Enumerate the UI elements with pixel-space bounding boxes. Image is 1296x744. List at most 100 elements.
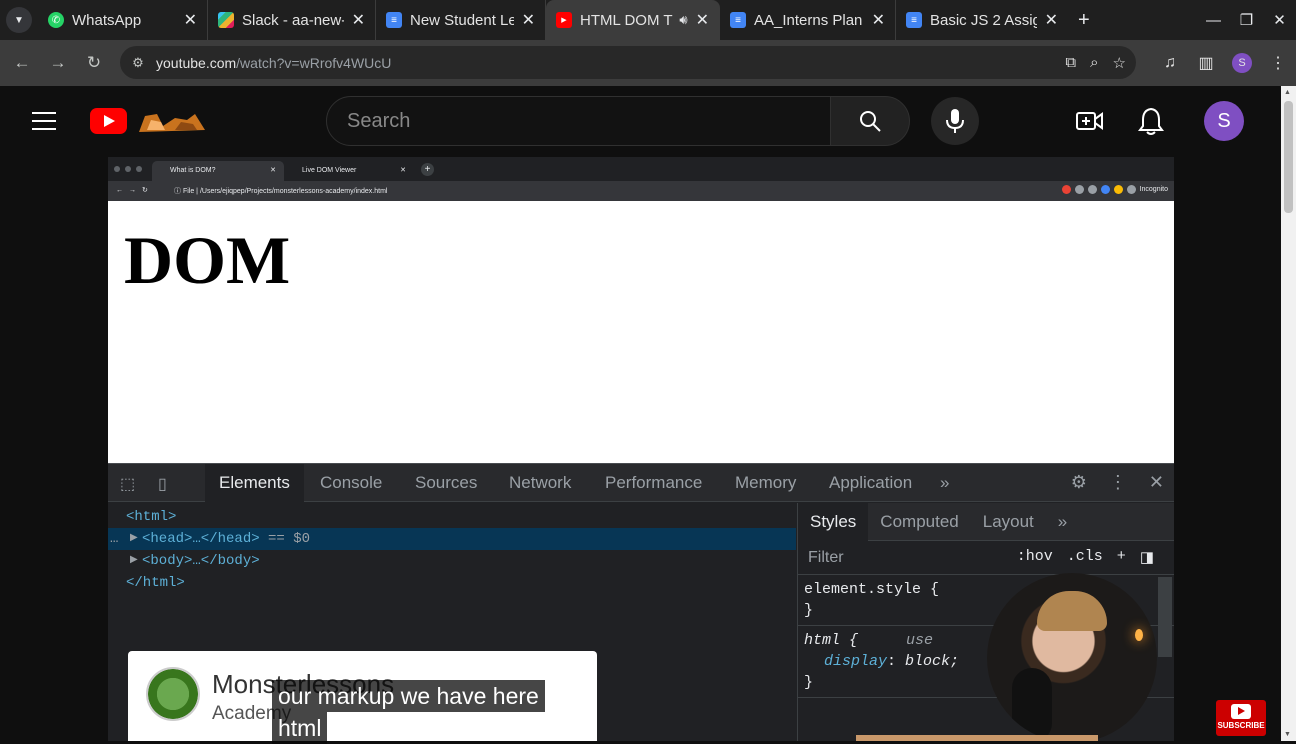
close-icon[interactable]: ✕ xyxy=(352,10,365,30)
tab-title: Slack - aa-new-ir xyxy=(242,11,344,29)
side-panel-icon[interactable]: ▥ xyxy=(1188,53,1224,73)
devtools-tab-network: Network xyxy=(509,473,572,492)
close-icon[interactable]: ✕ xyxy=(872,10,885,30)
presenter-webcam xyxy=(987,573,1157,741)
styles-tab-computed: Computed xyxy=(880,511,959,531)
close-icon[interactable]: ✕ xyxy=(696,10,709,30)
caption-line-2: html xyxy=(272,712,328,744)
browser-tab-docs-2[interactable]: ≡ AA_Interns Plan ✕ xyxy=(720,0,896,40)
browser-tab-youtube[interactable]: ▶ HTML DOM T 🔊︎ ✕ xyxy=(546,0,720,40)
browser-toolbar: ← → ↻ ⚙ youtube.com/watch?v=wRrofv4WUcU … xyxy=(0,40,1296,86)
browser-tab-strip: ▼ ✆ WhatsApp ✕ Slack - aa-new-ir ✕ ≡ New… xyxy=(0,0,1296,40)
device-toolbar-icon: ▯ xyxy=(158,476,167,493)
browser-tab-docs-3[interactable]: ≡ Basic JS 2 Assig ✕ xyxy=(896,0,1068,40)
play-icon xyxy=(1231,704,1251,719)
whatsapp-icon: ✆ xyxy=(48,12,64,28)
video-page-content: DOM xyxy=(108,201,1174,463)
video-player[interactable]: What is DOM? ✕ Live DOM Viewer ✕ + ←→↻ ⓘ F… xyxy=(108,157,1174,741)
closed-captions: our markup we have here html xyxy=(272,680,545,744)
video-new-tab-icon: + xyxy=(421,163,434,176)
browser-tab-docs[interactable]: ≡ New Student Le ✕ xyxy=(376,0,546,40)
scrollbar-thumb[interactable] xyxy=(1284,101,1293,213)
devtools-tab-performance: Performance xyxy=(605,473,703,492)
styles-tab-layout: Layout xyxy=(982,511,1034,531)
microphone-prop xyxy=(1012,668,1052,741)
minimize-icon[interactable]: — xyxy=(1197,12,1230,29)
docs-icon: ≡ xyxy=(906,12,922,28)
video-browser-tabstrip: What is DOM? ✕ Live DOM Viewer ✕ + xyxy=(108,157,1174,181)
styles-more-tabs: » xyxy=(1057,511,1068,531)
install-app-icon[interactable]: ⧉ xyxy=(1065,54,1076,71)
docs-icon: ≡ xyxy=(386,12,402,28)
site-info-icon[interactable]: ⚙ xyxy=(120,55,156,71)
devtools-kebab-icon: ⋮ xyxy=(1108,472,1127,492)
tab-search-icon[interactable]: ▼ xyxy=(6,7,32,33)
page-heading: DOM xyxy=(124,222,291,298)
caption-line-1: our markup we have here xyxy=(272,680,545,712)
page-scrollbar[interactable]: ▲ ▼ xyxy=(1281,86,1296,741)
tab-title: New Student Le xyxy=(410,11,514,29)
toggle-sidebar-icon: ◨ xyxy=(1139,550,1154,567)
search-input[interactable] xyxy=(327,97,830,145)
close-icon[interactable]: ✕ xyxy=(522,10,535,30)
subscribe-watermark[interactable]: SUBSCRIBE xyxy=(1216,700,1266,736)
youtube-logo[interactable] xyxy=(90,108,127,134)
devtools-tab-console: Console xyxy=(320,473,383,492)
search-box[interactable] xyxy=(326,96,831,146)
candle-prop xyxy=(1135,629,1143,641)
search-icon xyxy=(860,111,881,132)
styles-tab-styles: Styles xyxy=(798,502,869,541)
devtools-close-icon: ✕ xyxy=(1148,472,1164,492)
dom-node-html-close: </html> xyxy=(126,575,185,591)
new-tab-icon[interactable]: + xyxy=(1078,9,1090,32)
tab-title: HTML DOM T xyxy=(580,11,673,29)
window-controls: — ❐ ✕ xyxy=(1197,0,1296,40)
add-rule-icon: + xyxy=(1116,548,1126,565)
media-control-icon[interactable]: ♫ xyxy=(1152,54,1188,72)
devtools-tabs: ⬚ ▯ Elements Console Sources Network Per… xyxy=(108,464,1174,502)
desk-edge xyxy=(856,735,1098,741)
profile-avatar[interactable]: S xyxy=(1232,53,1252,73)
devtools-tab-application: Application xyxy=(829,473,913,492)
incognito-label: Incognito xyxy=(1139,186,1168,193)
close-icon[interactable]: ✕ xyxy=(184,10,197,30)
devtools-tab-sources: Sources xyxy=(415,473,478,492)
close-window-icon[interactable]: ✕ xyxy=(1263,11,1296,29)
video-tab-dom-viewer: Live DOM Viewer ✕ xyxy=(302,167,406,174)
styles-scrollbar xyxy=(1158,577,1172,657)
channel-logo xyxy=(146,667,200,721)
video-address: ⓘ File | /Users/ejiqpep/Projects/monster… xyxy=(174,188,388,195)
bookmark-star-icon[interactable]: ☆ xyxy=(1113,54,1126,72)
close-icon[interactable]: ✕ xyxy=(1045,10,1058,30)
forward-icon[interactable]: → xyxy=(40,53,76,73)
speaker-icon[interactable]: 🔊︎ xyxy=(679,12,687,28)
microphone-icon xyxy=(946,109,964,133)
devtools-tab-memory: Memory xyxy=(735,473,797,492)
doodle-logo[interactable] xyxy=(135,108,207,134)
docs-icon: ≡ xyxy=(730,12,746,28)
menu-icon[interactable] xyxy=(32,112,56,130)
slack-icon xyxy=(218,12,234,28)
browser-tab-whatsapp[interactable]: ✆ WhatsApp ✕ xyxy=(38,0,208,40)
youtube-icon: ▶ xyxy=(556,12,572,28)
account-avatar[interactable]: S xyxy=(1204,101,1244,141)
subscribe-label: SUBSCRIBE xyxy=(1217,721,1265,730)
address-bar[interactable]: ⚙ youtube.com/watch?v=wRrofv4WUcU ⧉ ⌕ ☆ xyxy=(120,46,1136,79)
styles-filter: Filter :hov .cls + ◨ xyxy=(798,541,1174,575)
reload-icon[interactable]: ↻ xyxy=(76,53,112,73)
search-button[interactable] xyxy=(830,96,910,146)
create-video-icon[interactable] xyxy=(1075,106,1105,136)
tab-title: WhatsApp xyxy=(72,11,142,29)
tab-title: Basic JS 2 Assig xyxy=(930,11,1037,29)
back-icon[interactable]: ← xyxy=(4,53,40,73)
notifications-bell-icon[interactable] xyxy=(1138,106,1164,136)
kebab-menu-icon[interactable]: ⋮ xyxy=(1260,53,1296,73)
browser-tab-slack[interactable]: Slack - aa-new-ir ✕ xyxy=(208,0,376,40)
zoom-icon[interactable]: ⌕ xyxy=(1090,54,1098,71)
maximize-icon[interactable]: ❐ xyxy=(1230,11,1263,29)
dom-node-body: ▶ <body>…</body> xyxy=(130,553,260,569)
inspect-element-icon: ⬚ xyxy=(120,476,136,493)
scroll-up-icon[interactable]: ▲ xyxy=(1284,89,1291,96)
scroll-down-icon[interactable]: ▼ xyxy=(1284,731,1291,738)
voice-search-button[interactable] xyxy=(931,97,979,145)
